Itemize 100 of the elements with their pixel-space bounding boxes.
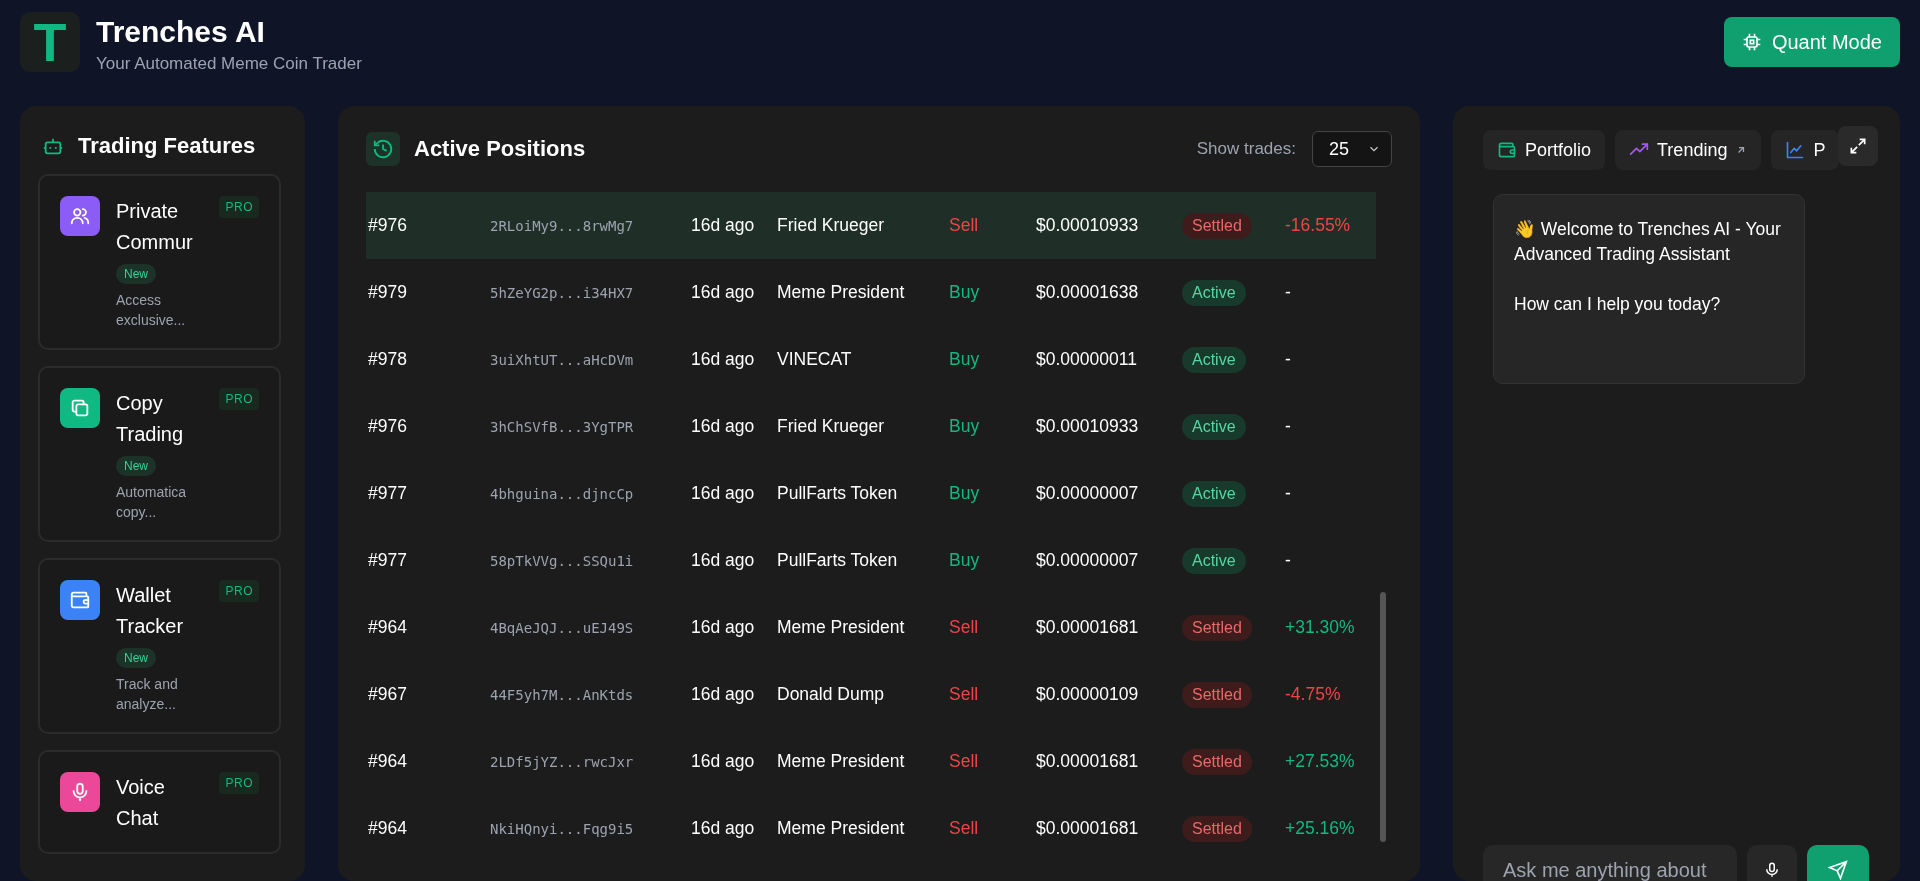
status-badge: Settled xyxy=(1182,815,1252,842)
trade-age: 16d ago xyxy=(691,818,756,839)
token-name: VINECAT xyxy=(777,349,853,370)
trade-side: Buy xyxy=(949,416,981,437)
trade-price: $0.00000011 xyxy=(1036,349,1138,370)
trade-age: 16d ago xyxy=(691,751,756,772)
trade-age: 16d ago xyxy=(691,483,756,504)
status-badge: Settled xyxy=(1182,614,1252,641)
trade-side: Sell xyxy=(949,751,980,772)
token-address: 2RLoiMy9...8rwMg7 xyxy=(490,217,635,234)
token-name: Meme President xyxy=(777,751,906,772)
trade-age: 16d ago xyxy=(691,617,756,638)
feature-description: Track and analyze... xyxy=(116,675,179,714)
trade-side: Buy xyxy=(949,349,981,370)
token-address: 44F5yh7M...AnKtds xyxy=(490,686,635,703)
panel-title: Trading Features xyxy=(78,133,256,159)
pro-badge: PRO xyxy=(219,772,259,794)
position-row[interactable]: #964 NkiHQnyi...Fqg9i5 16d ago Meme President Sell $0.00001681 Settled +25.16% xyxy=(366,795,1376,862)
trade-price: $0.00000007 xyxy=(1036,550,1140,571)
token-name: Meme President xyxy=(777,617,906,638)
position-row[interactable]: #976 2RLoiMy9...8rwMg7 16d ago Fried Krueger Sell $0.00010933 Settled -16.55% xyxy=(366,192,1376,259)
position-row[interactable]: #976 3hChSVfB...3YgTPR 16d ago Fried Krueger Buy $0.00010933 Active - xyxy=(366,393,1376,460)
token-name: PullFarts Token xyxy=(777,550,899,571)
token-name: Donald Dump xyxy=(777,684,885,705)
show-trades-label: Show trades: xyxy=(1196,139,1296,159)
token-address: 2LDf5jYZ...rwcJxr xyxy=(490,753,635,770)
trade-age: 16d ago xyxy=(691,282,756,303)
trades-count-select[interactable]: 25 xyxy=(1312,131,1392,167)
token-name: Meme President xyxy=(777,282,906,303)
pro-badge: PRO xyxy=(219,580,259,602)
profit-loss: - xyxy=(1285,416,1291,437)
chat-message: 👋 Welcome to Trenches AI - Your Advanced Trading Assistant How can I help you today? xyxy=(1493,194,1805,384)
app-subtitle: Your Automated Meme Coin Trader xyxy=(96,54,362,74)
trade-side: Sell xyxy=(949,617,980,638)
chat-input-field[interactable]: Ask me anything about xyxy=(1483,845,1737,881)
trade-price: $0.00000007 xyxy=(1036,483,1140,504)
trade-price: $0.00010933 xyxy=(1036,416,1140,437)
profit-loss: -4.75% xyxy=(1285,684,1341,705)
profit-loss: - xyxy=(1285,349,1291,370)
position-row[interactable]: #964 2LDf5jYZ...rwcJxr 16d ago Meme President Sell $0.00001681 Settled +27.53% xyxy=(366,728,1376,795)
trade-side: Sell xyxy=(949,684,980,705)
send-button[interactable] xyxy=(1807,845,1869,881)
feature-card[interactable]: Voice Chat PRO xyxy=(38,750,281,854)
new-badge: New xyxy=(116,264,156,284)
feature-title: Voice Chat xyxy=(116,775,166,831)
feature-card[interactable]: Wallet Tracker New Track and analyze... PRO xyxy=(38,558,281,734)
trade-side: Buy xyxy=(949,550,981,571)
trade-id: #967 xyxy=(367,684,408,705)
trade-id: #978 xyxy=(367,349,408,370)
feature-description: Access exclusive... xyxy=(116,291,187,330)
trade-id: #976 xyxy=(367,215,408,236)
panel-title: Active Positions xyxy=(414,136,586,162)
trade-price: $0.00000109 xyxy=(1036,684,1140,705)
history-icon xyxy=(366,132,400,166)
status-badge: Active xyxy=(1182,346,1246,373)
scrollbar[interactable] xyxy=(1380,592,1386,842)
chat-tab[interactable]: P xyxy=(1771,130,1840,170)
position-row[interactable]: #977 4bhguina...djncCp 16d ago PullFarts Token Buy $0.00000007 Active - xyxy=(366,460,1376,527)
expand-button[interactable] xyxy=(1838,126,1878,166)
position-row[interactable]: #967 44F5yh7M...AnKtds 16d ago Donald Dump Sell $0.00000109 Settled -4.75% xyxy=(366,661,1376,728)
trade-age: 16d ago xyxy=(691,349,756,370)
token-address: 3hChSVfB...3YgTPR xyxy=(490,418,635,435)
trade-id: #977 xyxy=(367,483,408,504)
tab-label: Trending xyxy=(1657,139,1728,161)
pro-badge: PRO xyxy=(219,388,259,410)
trade-id: #979 xyxy=(367,282,408,303)
microphone-icon xyxy=(1763,861,1781,879)
chat-tab[interactable]: Trending xyxy=(1615,130,1762,170)
feature-description: Automatica copy... xyxy=(116,483,188,522)
trade-id: #964 xyxy=(367,617,408,638)
trade-side: Buy xyxy=(949,483,981,504)
new-badge: New xyxy=(116,648,156,668)
trade-side: Buy xyxy=(949,282,981,303)
feature-card[interactable]: Copy Trading New Automatica copy... PRO xyxy=(38,366,281,542)
status-badge: Active xyxy=(1182,547,1246,574)
profit-loss: - xyxy=(1285,483,1291,504)
token-address: NkiHQnyi...Fqg9i5 xyxy=(490,820,635,837)
token-address: 4bhguina...djncCp xyxy=(490,485,635,502)
trade-price: $0.00001681 xyxy=(1036,617,1140,638)
position-row[interactable]: #978 3uiXhtUT...aHcDVm 16d ago VINECAT Buy $0.00000011 Active - xyxy=(366,326,1376,393)
chip-icon xyxy=(1741,32,1762,52)
feature-card[interactable]: Private Commur New Access exclusive... PRO xyxy=(38,174,281,350)
microphone-button[interactable] xyxy=(1747,845,1797,881)
status-badge: Active xyxy=(1182,279,1246,306)
new-badge: New xyxy=(116,456,156,476)
token-name: Fried Krueger xyxy=(777,215,885,236)
pro-badge: PRO xyxy=(219,196,259,218)
position-row[interactable]: #964 4BqAeJQJ...uEJ49S 16d ago Meme President Sell $0.00001681 Settled +31.30% xyxy=(366,594,1376,661)
position-row[interactable]: #977 58pTkVVg...SSQu1i 16d ago PullFarts Token Buy $0.00000007 Active - xyxy=(366,527,1376,594)
status-badge: Settled xyxy=(1182,748,1252,775)
token-name: PullFarts Token xyxy=(777,483,899,504)
token-name: Meme President xyxy=(777,818,906,839)
expand-icon xyxy=(1848,136,1868,156)
trade-side: Sell xyxy=(949,215,980,236)
token-address: 58pTkVVg...SSQu1i xyxy=(490,552,635,569)
position-row[interactable]: #979 5hZeYG2p...i34HX7 16d ago Meme President Buy $0.00001638 Active - xyxy=(366,259,1376,326)
status-badge: Active xyxy=(1182,413,1246,440)
status-badge: Active xyxy=(1182,480,1246,507)
chat-tab[interactable]: Portfolio xyxy=(1483,130,1606,170)
feature-title: Private Commur xyxy=(116,199,194,255)
